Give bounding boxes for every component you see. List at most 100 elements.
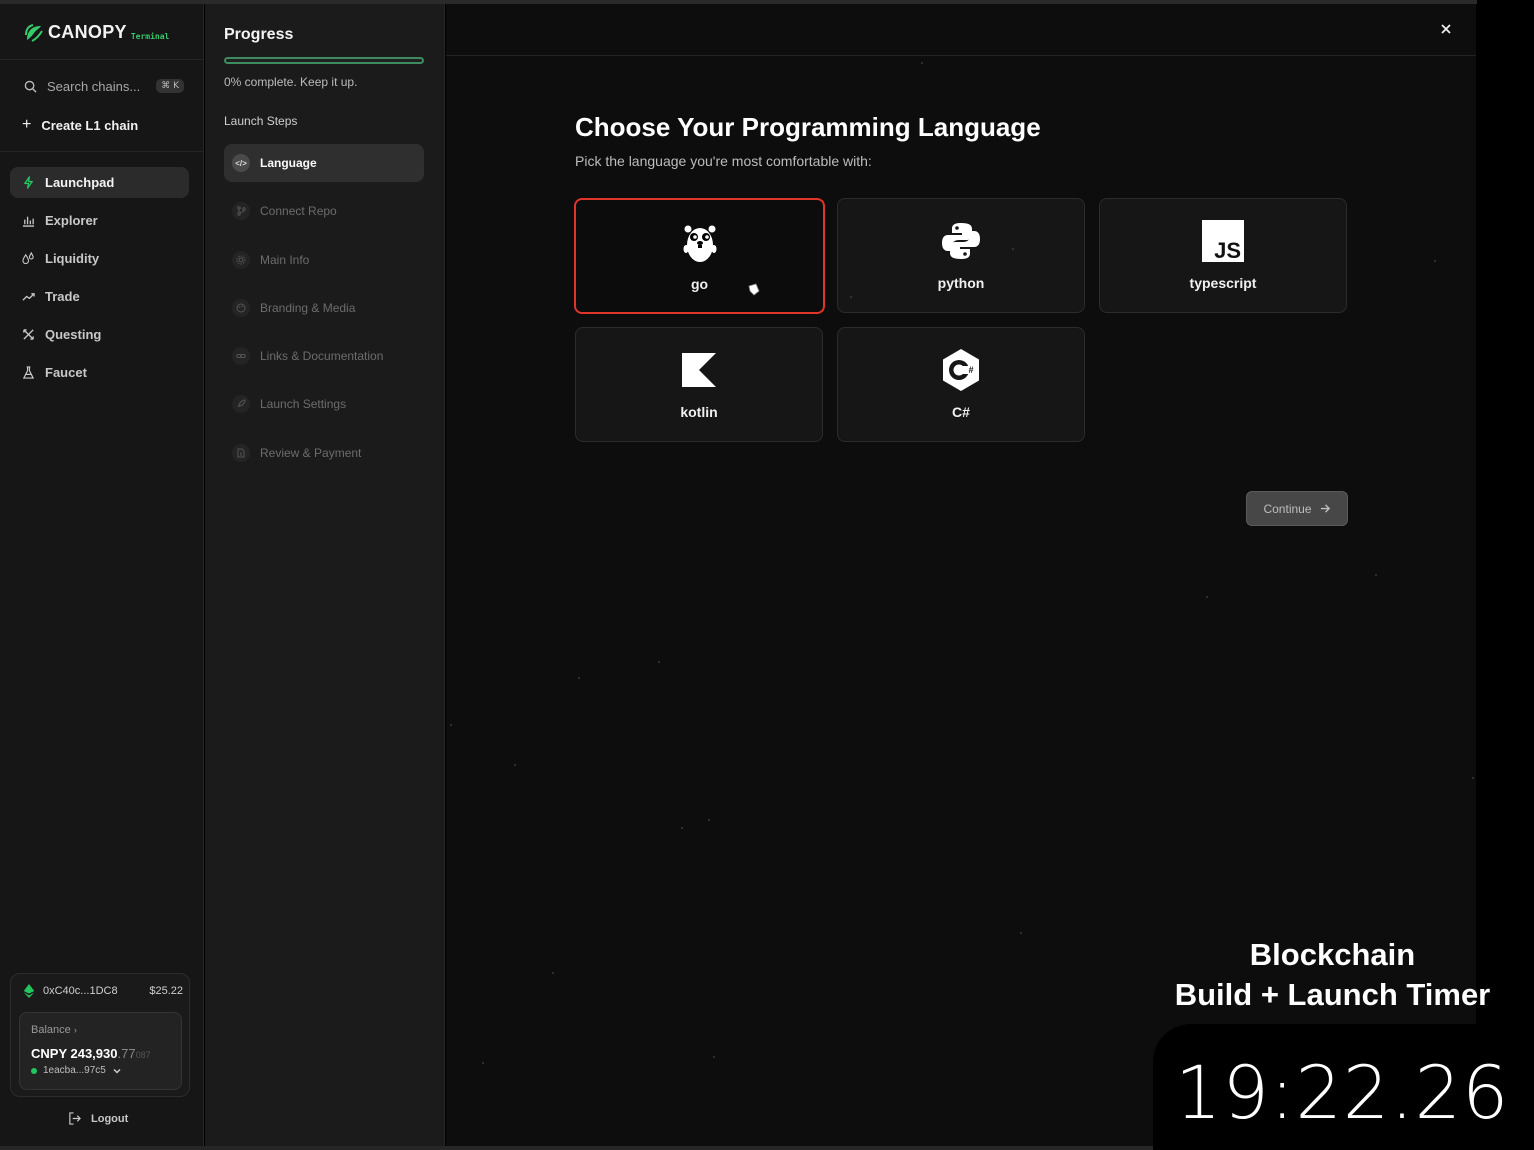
- bolt-icon: [22, 176, 35, 189]
- close-icon: [1441, 24, 1451, 34]
- csharp-icon: #: [939, 348, 983, 392]
- step-connect-repo[interactable]: Connect Repo: [224, 192, 424, 230]
- nav-item-questing[interactable]: Questing: [10, 319, 189, 350]
- chevron-down-icon: [113, 1068, 121, 1074]
- account-selector[interactable]: 1eacba...97c5: [31, 1065, 122, 1076]
- js-icon: JS: [1201, 219, 1245, 263]
- nav-label: Launchpad: [45, 175, 115, 190]
- step-branding-media[interactable]: Branding & Media: [224, 289, 424, 327]
- language-label: typescript: [1189, 275, 1257, 291]
- arrow-right-icon: [1320, 504, 1330, 513]
- language-card-csharp[interactable]: # C#: [837, 327, 1085, 442]
- background-star: [921, 62, 923, 64]
- wallet-usd-value: $25.22: [149, 985, 183, 997]
- language-label: python: [937, 275, 985, 291]
- background-star: [713, 1056, 715, 1058]
- page-title: Choose Your Programming Language: [575, 112, 1041, 142]
- nav-item-trade[interactable]: Trade: [10, 281, 189, 312]
- language-card-go[interactable]: go: [574, 198, 825, 314]
- nav-label: Explorer: [45, 213, 98, 228]
- close-button[interactable]: [1436, 19, 1456, 39]
- step-label: Launch Settings: [260, 397, 347, 412]
- progress-panel: Progress 0% complete. Keep it up. Launch…: [205, 4, 445, 1146]
- app-logo[interactable]: CANOPY Terminal: [24, 22, 169, 43]
- step-label: Branding & Media: [260, 300, 356, 315]
- search-icon: [24, 80, 37, 93]
- background-star: [850, 296, 852, 298]
- language-label: kotlin: [680, 404, 718, 420]
- step-review-payment[interactable]: Review & Payment: [224, 434, 424, 472]
- progress-title: Progress: [224, 26, 294, 43]
- step-language[interactable]: </> Language: [224, 144, 424, 182]
- app-name-suffix: Terminal: [130, 32, 170, 41]
- continue-button[interactable]: Continue: [1246, 491, 1348, 526]
- nav-item-liquidity[interactable]: Liquidity: [10, 243, 189, 274]
- background-star: [482, 1062, 484, 1064]
- chevron-right-icon: ›: [73, 1025, 77, 1035]
- background-star: [1206, 596, 1208, 598]
- step-label: Links & Documentation: [260, 349, 384, 364]
- background-star: [1020, 932, 1022, 934]
- step-launch-settings[interactable]: Launch Settings: [224, 385, 424, 423]
- account-address: 1eacba...97c5: [43, 1065, 106, 1076]
- logout-button[interactable]: Logout: [68, 1112, 128, 1125]
- nav-item-faucet[interactable]: Faucet: [10, 357, 189, 388]
- timer-title: Blockchain Build + Launch Timer: [1174, 937, 1491, 1012]
- git-branch-icon: [232, 202, 250, 221]
- page-subtitle: Pick the language you're most comfortabl…: [575, 153, 872, 169]
- search-chains-input[interactable]: Search chains... ⌘ K: [24, 76, 184, 96]
- canopy-logo-icon: [25, 23, 43, 42]
- nav-item-launchpad[interactable]: Launchpad: [10, 167, 189, 198]
- wallet-header: 0xC40c...1DC8 $25.22: [23, 984, 183, 998]
- nav-label: Questing: [45, 327, 102, 342]
- sidebar: CANOPY Terminal Search chains... ⌘ K + C…: [0, 4, 204, 1146]
- main-nav: Launchpad Explorer Liquidity Trade Quest…: [10, 167, 189, 395]
- ethereum-icon: [23, 984, 35, 998]
- trend-icon: [22, 290, 35, 303]
- nav-label: Faucet: [45, 365, 87, 380]
- gear-icon: [232, 250, 250, 269]
- progress-status: 0% complete. Keep it up.: [224, 75, 358, 89]
- language-card-kotlin[interactable]: kotlin: [575, 327, 823, 442]
- background-star: [450, 724, 452, 726]
- search-shortcut-badge: ⌘ K: [156, 79, 184, 93]
- step-label: Language: [260, 156, 317, 170]
- continue-label: Continue: [1263, 501, 1312, 516]
- balance-box[interactable]: Balance › CNPY 243,930.77087 1eacba...97…: [19, 1012, 182, 1090]
- step-label: Connect Repo: [260, 204, 337, 219]
- rocket-icon: [232, 395, 250, 414]
- background-star: [552, 972, 554, 974]
- launch-steps-heading: Launch Steps: [224, 114, 298, 128]
- language-card-python[interactable]: python: [837, 198, 1085, 313]
- balance-label: Balance ›: [31, 1024, 77, 1036]
- logout-icon: [69, 1112, 81, 1125]
- create-l1-chain-button[interactable]: + Create L1 chain: [22, 117, 138, 133]
- quest-icon: [22, 328, 35, 341]
- launch-steps-list: </> Language Connect Repo Main Info Bran…: [224, 144, 424, 482]
- wallet-card[interactable]: 0xC40c...1DC8 $25.22 Balance › CNPY 243,…: [10, 973, 190, 1097]
- kotlin-icon: [677, 348, 721, 392]
- progress-bar: [224, 57, 424, 64]
- link-icon: [232, 347, 250, 366]
- background-star: [708, 819, 710, 821]
- nav-label: Liquidity: [45, 251, 100, 266]
- timer-panel: 19:22.26: [1153, 1024, 1534, 1150]
- app-name: CANOPY: [48, 22, 127, 42]
- svg-text:JS: JS: [1214, 238, 1241, 262]
- palette-icon: [232, 298, 250, 317]
- wallet-address: 0xC40c...1DC8: [43, 985, 118, 997]
- plus-icon: +: [22, 116, 32, 133]
- background-star: [578, 677, 580, 679]
- background-star: [1375, 574, 1377, 576]
- nav-label: Trade: [45, 289, 80, 304]
- gopher-icon: [678, 220, 722, 264]
- language-label: go: [690, 276, 709, 292]
- timer-display: 19:22.26: [1175, 1051, 1510, 1136]
- nav-item-explorer[interactable]: Explorer: [10, 205, 189, 236]
- step-label: Main Info: [260, 252, 310, 267]
- step-main-info[interactable]: Main Info: [224, 241, 424, 279]
- language-card-typescript[interactable]: JS typescript: [1099, 198, 1347, 313]
- droplets-icon: [22, 252, 35, 265]
- step-links-documentation[interactable]: Links & Documentation: [224, 337, 424, 375]
- background-star: [1434, 260, 1436, 262]
